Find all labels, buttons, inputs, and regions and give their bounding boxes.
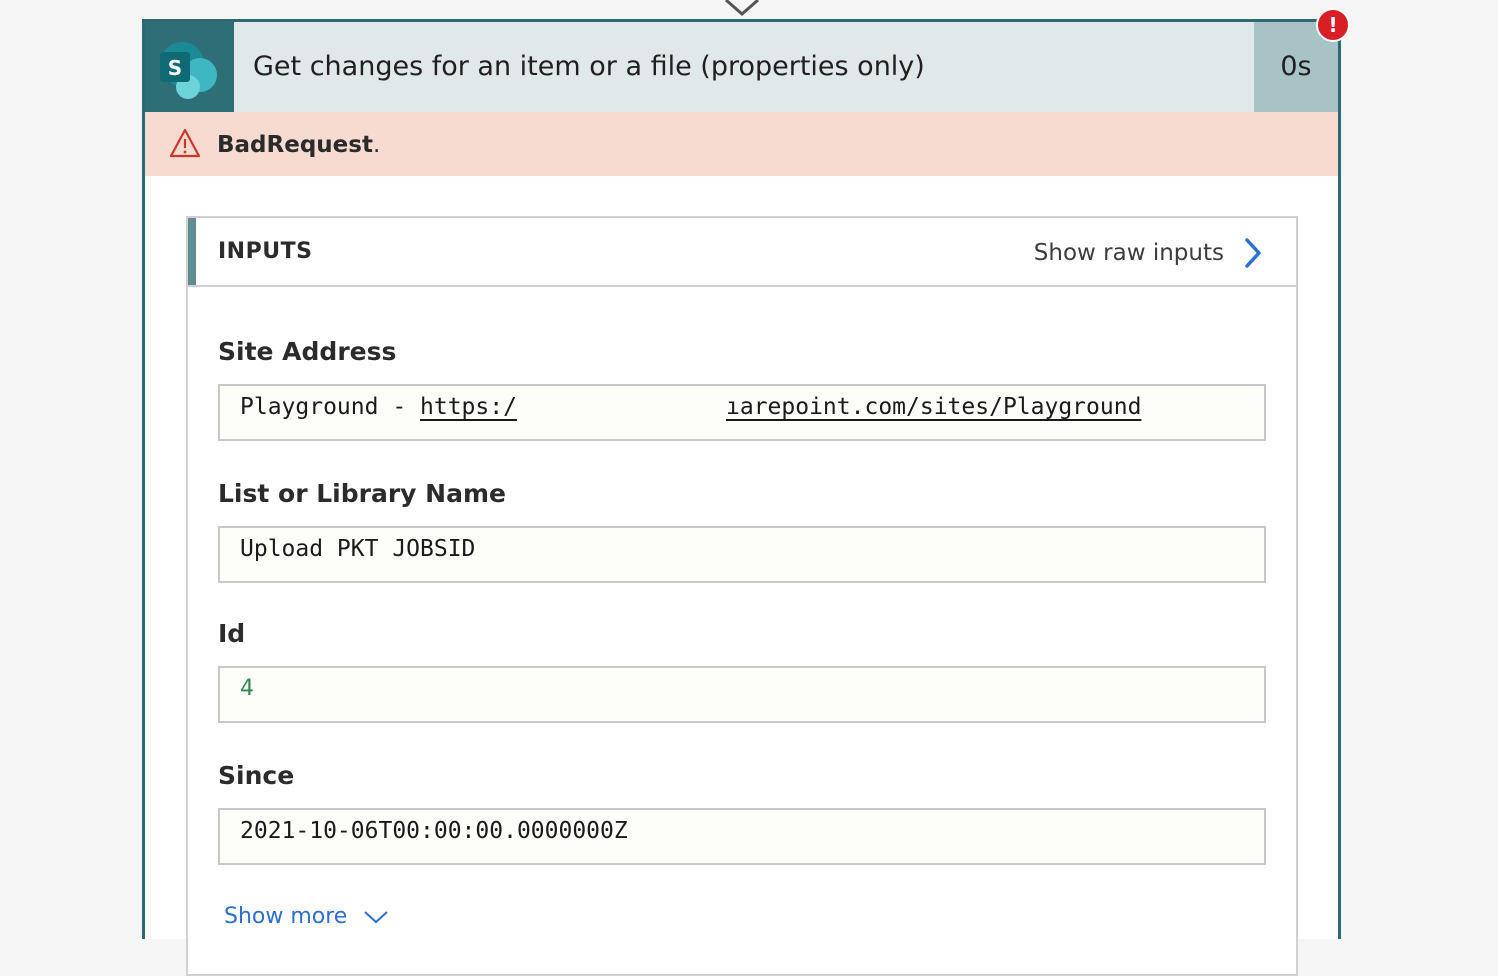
field-id: 4 <box>218 666 1266 723</box>
action-title: Get changes for an item or a file (prope… <box>253 51 925 82</box>
chevron-right-icon <box>1245 238 1261 268</box>
chevron-down-icon <box>364 910 389 923</box>
svg-text:S: S <box>168 56 182 80</box>
field-site-address: Playground - https:/ ıarepoint.com/sites… <box>218 384 1266 441</box>
field-label-site-address: Site Address <box>218 337 397 366</box>
error-message: BadRequest. <box>217 130 380 160</box>
sharepoint-icon: S <box>160 42 217 99</box>
show-more-link[interactable]: Show more <box>224 904 389 929</box>
site-url-link-end[interactable]: ıarepoint.com/sites/Playground <box>726 392 1141 422</box>
field-list-name: Upload PKT JOBSID <box>218 526 1266 583</box>
connector-tile: S <box>145 22 234 112</box>
error-status-icon: ! <box>1316 8 1350 42</box>
inputs-panel: INPUTS Show raw inputs Site Address Play… <box>186 216 1298 976</box>
field-label-id: Id <box>218 619 246 648</box>
inputs-title: INPUTS <box>218 239 313 264</box>
action-card-header[interactable]: S Get changes for an item or a file (pro… <box>145 22 1338 112</box>
site-name: Playground - <box>240 394 421 420</box>
action-card: S Get changes for an item or a file (pro… <box>142 19 1341 976</box>
site-url-link-start[interactable]: https:/ <box>420 394 517 420</box>
field-value-id: 4 <box>240 676 254 701</box>
error-banner: BadRequest. <box>145 112 1338 176</box>
inputs-header: INPUTS Show raw inputs <box>188 218 1296 287</box>
field-value-site-address: Playground - https:/ <box>240 392 517 422</box>
field-label-since: Since <box>218 761 295 790</box>
warning-icon <box>169 128 201 158</box>
field-value-list-name: Upload PKT JOBSID <box>240 536 476 562</box>
error-code: BadRequest <box>217 132 373 158</box>
error-suffix: . <box>372 132 381 158</box>
inputs-accent-bar <box>188 218 196 285</box>
flow-connector-arrow-icon <box>725 0 759 16</box>
duration-value: 0s <box>1280 51 1312 82</box>
field-label-list-name: List or Library Name <box>218 479 506 508</box>
field-value-since: 2021-10-06T00:00:00.0000000Z <box>240 818 628 844</box>
show-raw-inputs-label: Show raw inputs <box>1033 240 1224 266</box>
show-more-label: Show more <box>224 904 348 929</box>
show-raw-inputs-link[interactable]: Show raw inputs <box>1034 233 1262 273</box>
field-since: 2021-10-06T00:00:00.0000000Z <box>218 808 1266 865</box>
